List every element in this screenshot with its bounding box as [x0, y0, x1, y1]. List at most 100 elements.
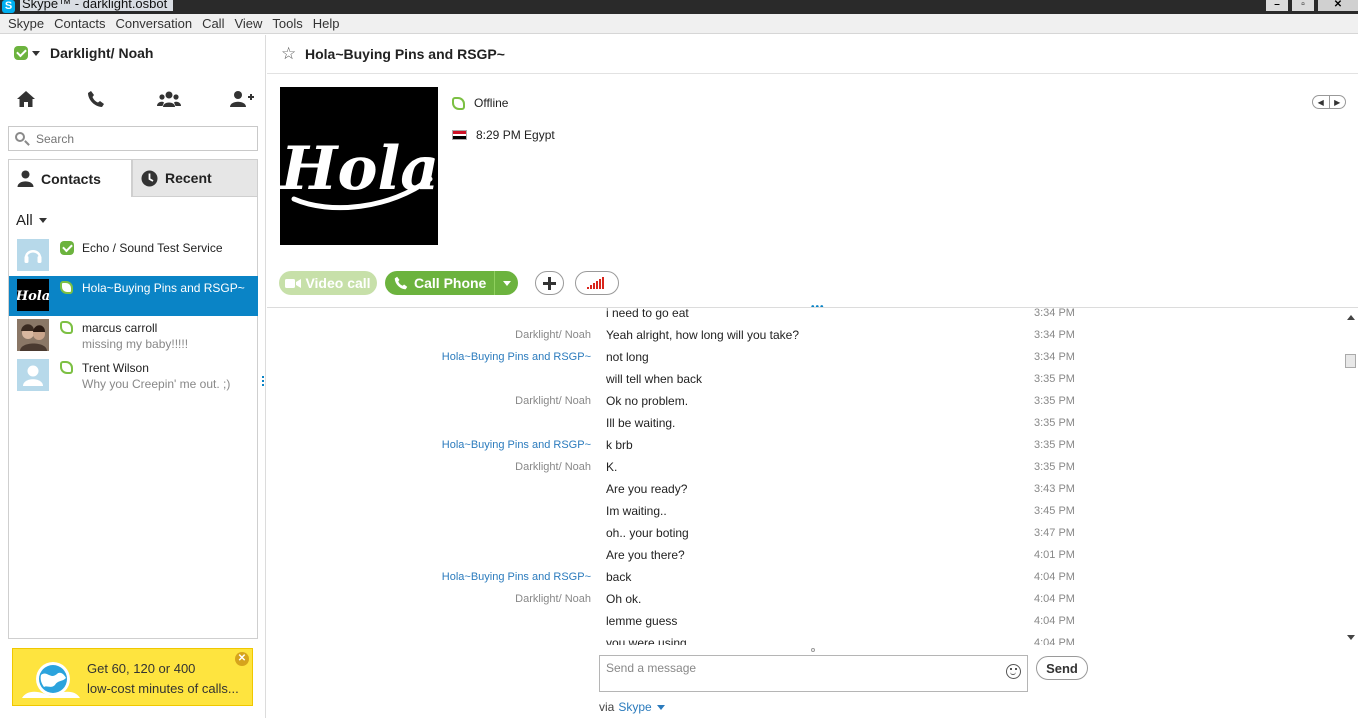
- tab-contacts-label: Contacts: [41, 170, 101, 187]
- via-service: Skype: [618, 700, 652, 714]
- message-row: Hola~Buying Pins and RSGP~ k brb 3:35 PM: [267, 437, 1352, 459]
- message-row: Are you ready? 3:43 PM: [267, 481, 1352, 503]
- add-contact-icon[interactable]: [229, 90, 254, 110]
- message-sender: Darklight/ Noah: [515, 461, 591, 473]
- message-time: 3:34 PM: [1034, 308, 1075, 319]
- profile-header[interactable]: Darklight/ Noah: [14, 45, 153, 61]
- scroll-thumb[interactable]: [1345, 354, 1356, 368]
- chevron-right-icon[interactable]: ▶: [1330, 96, 1346, 108]
- menu-contacts[interactable]: Contacts: [49, 16, 110, 31]
- message-sender: Hola~Buying Pins and RSGP~: [441, 439, 591, 451]
- clock-icon: [141, 170, 158, 186]
- menu-call[interactable]: Call: [197, 16, 229, 31]
- tab-contacts[interactable]: Contacts: [8, 159, 132, 197]
- message-composer: [599, 655, 1028, 692]
- search-box: [8, 126, 258, 151]
- person-icon: [17, 170, 34, 187]
- message-time: 4:01 PM: [1034, 549, 1075, 561]
- conversation-title: Hola~Buying Pins and RSGP~: [305, 46, 505, 62]
- promo-banner[interactable]: Get 60, 120 or 400 low-cost minutes of c…: [12, 648, 253, 706]
- message-row: Are you there? 4:01 PM: [267, 547, 1352, 569]
- left-panel: Darklight/ Noah Contacts Recent All: [0, 35, 266, 718]
- message-time: 3:35 PM: [1034, 439, 1075, 451]
- message-row: Im waiting.. 3:45 PM: [267, 503, 1352, 525]
- list-item[interactable]: Hola Hola~Buying Pins and RSGP~: [9, 276, 258, 316]
- message-time: 3:43 PM: [1034, 483, 1075, 495]
- message-row: will tell when back 3:35 PM: [267, 371, 1352, 393]
- search-input[interactable]: [36, 130, 251, 147]
- chevron-down-icon: [502, 280, 511, 286]
- message-text: Oh ok.: [606, 592, 642, 606]
- contact-list: Echo / Sound Test Service Hola Hola~Buyi…: [9, 236, 258, 396]
- list-item[interactable]: Trent Wilson Why you Creepin' me out. ;): [9, 356, 258, 396]
- search-icon: [15, 132, 25, 142]
- phone-icon: [394, 276, 408, 290]
- emoticon-icon[interactable]: [1006, 664, 1021, 679]
- message-time: 4:04 PM: [1034, 593, 1075, 605]
- call-phone-label: Call Phone: [414, 275, 487, 291]
- add-to-conversation-button[interactable]: [535, 271, 565, 295]
- title-bar: S Skype™ - darklight.osbot – ▫ ✕: [0, 0, 1358, 14]
- phone-icon[interactable]: [87, 90, 111, 110]
- message-sender: Darklight/ Noah: [515, 329, 591, 341]
- menu-help[interactable]: Help: [308, 16, 345, 31]
- contact-name: Hola~Buying Pins and RSGP~: [82, 281, 245, 295]
- message-time: 3:35 PM: [1034, 417, 1075, 429]
- minimize-button[interactable]: –: [1266, 0, 1288, 11]
- left-toolbar: [0, 90, 266, 112]
- message-row: you were using 4:04 PM: [267, 635, 1352, 645]
- contact-local-time: 8:29 PM Egypt: [452, 128, 555, 142]
- message-row: Hola~Buying Pins and RSGP~ back 4:04 PM: [267, 569, 1352, 591]
- menu-view[interactable]: View: [229, 16, 267, 31]
- message-text: will tell when back: [606, 372, 703, 386]
- avatar: [17, 239, 49, 271]
- contact-name: Echo / Sound Test Service: [82, 241, 223, 255]
- presence-text: Offline: [474, 96, 509, 110]
- online-status-icon: [60, 241, 74, 255]
- plus-icon: [543, 276, 557, 290]
- send-via-selector[interactable]: via Skype: [599, 700, 665, 714]
- close-icon[interactable]: ✕: [235, 652, 249, 666]
- offline-status-icon: [60, 361, 73, 374]
- message-text: i need to go eat: [606, 308, 689, 320]
- message-text: lemme guess: [606, 614, 678, 628]
- scroll-up-icon[interactable]: [1347, 315, 1355, 320]
- message-text: Ok no problem.: [606, 394, 689, 408]
- call-quality-button[interactable]: [575, 271, 620, 295]
- message-scrollbar[interactable]: [1344, 308, 1358, 645]
- composer-resize-handle[interactable]: [811, 648, 815, 652]
- chevron-down-icon: [656, 704, 665, 710]
- list-item[interactable]: marcus carroll missing my baby!!!!!: [9, 316, 258, 356]
- local-time-text: 8:29 PM Egypt: [476, 128, 555, 142]
- star-icon[interactable]: ☆: [281, 44, 296, 64]
- menu-skype[interactable]: Skype: [3, 16, 49, 31]
- chevron-left-icon[interactable]: ◀: [1313, 96, 1330, 108]
- home-icon[interactable]: [16, 90, 40, 110]
- message-row: lemme guess 4:04 PM: [267, 613, 1352, 635]
- panel-splitter[interactable]: [262, 376, 265, 390]
- conversation-header: ☆ Hola~Buying Pins and RSGP~: [267, 35, 1358, 74]
- close-window-button[interactable]: ✕: [1318, 0, 1358, 11]
- conversation-avatar: Hola: [279, 87, 439, 245]
- group-icon[interactable]: [157, 90, 181, 110]
- message-time: 3:34 PM: [1034, 351, 1075, 363]
- message-text: back: [606, 570, 632, 584]
- video-call-label: Video call: [305, 275, 371, 291]
- call-phone-button[interactable]: Call Phone: [385, 271, 495, 295]
- contact-mood: Why you Creepin' me out. ;): [82, 377, 231, 391]
- video-call-button[interactable]: Video call: [279, 271, 377, 295]
- list-item[interactable]: Echo / Sound Test Service: [9, 236, 258, 276]
- call-options-dropdown[interactable]: [494, 271, 519, 295]
- scroll-down-icon[interactable]: [1347, 635, 1355, 640]
- menu-tools[interactable]: Tools: [267, 16, 307, 31]
- message-time: 3:34 PM: [1034, 329, 1075, 341]
- message-input[interactable]: [606, 661, 996, 685]
- message-sender: Hola~Buying Pins and RSGP~: [441, 571, 591, 583]
- menu-conversation[interactable]: Conversation: [110, 16, 197, 31]
- maximize-button[interactable]: ▫: [1292, 0, 1314, 11]
- offline-status-icon: [452, 96, 465, 110]
- contacts-filter[interactable]: All: [16, 212, 57, 229]
- offline-status-icon: [60, 321, 73, 334]
- tab-recent[interactable]: Recent: [132, 159, 258, 197]
- send-button[interactable]: Send: [1036, 656, 1088, 680]
